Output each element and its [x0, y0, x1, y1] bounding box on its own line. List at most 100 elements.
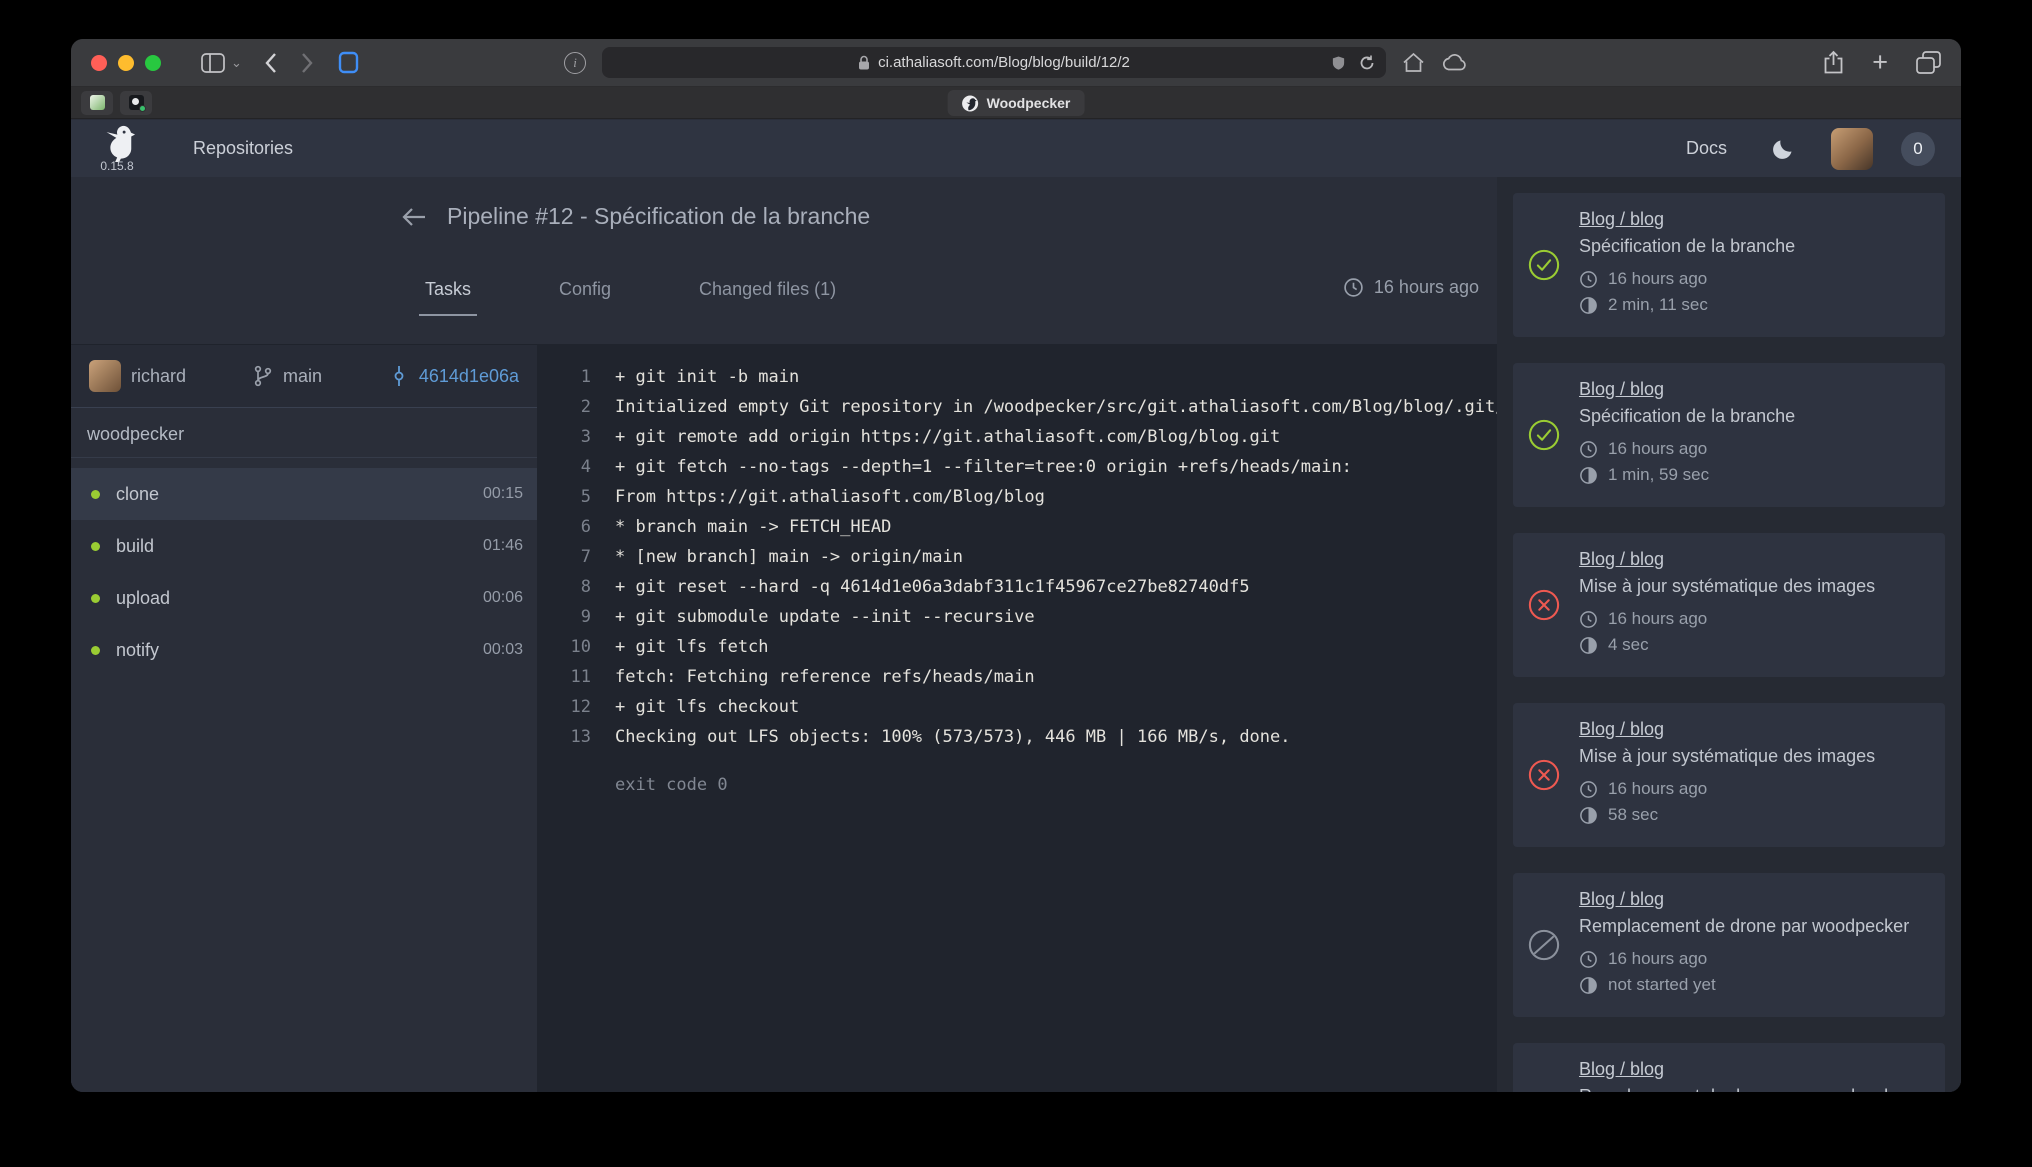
url-cluster: i ci.athaliasoft.com/Blog/blog/build/12/… — [564, 39, 1468, 86]
author-name: richard — [131, 366, 186, 387]
repo-link[interactable]: Blog / blog — [1579, 379, 1664, 400]
commit-hash-link[interactable]: 4614d1e06a — [419, 366, 519, 387]
failure-status-icon — [1528, 589, 1560, 621]
pipeline-tabs: Tasks Config Changed files (1) 16 hours … — [419, 275, 1479, 316]
log-line: Checking out LFS objects: 100% (573/573)… — [615, 722, 1291, 752]
pipeline-card[interactable]: Blog / blog Remplacement de drone par wo… — [1513, 873, 1945, 1017]
pipeline-title: Pipeline #12 - Spécification de la branc… — [447, 203, 870, 230]
log-line: From https://git.athaliasoft.com/Blog/bl… — [615, 482, 1045, 512]
icloud-tabs-icon[interactable] — [1441, 53, 1468, 72]
line-number: 13 — [551, 722, 591, 752]
content-blocker-icon[interactable] — [1331, 55, 1346, 71]
clock-icon — [1579, 780, 1598, 799]
duration-icon — [1579, 466, 1598, 485]
task-row-upload[interactable]: upload 00:06 — [71, 572, 537, 624]
commit-message: Mise à jour systématique des images — [1579, 576, 1929, 597]
url-bar[interactable]: ci.athaliasoft.com/Blog/blog/build/12/2 — [602, 47, 1386, 78]
traffic-lights — [91, 55, 161, 71]
pipeline-card[interactable]: Blog / blog Mise à jour systématique des… — [1513, 703, 1945, 847]
author-avatar — [89, 360, 121, 392]
commit-message: Remplacement de drone par woodpecker — [1579, 916, 1929, 937]
workflow-name: woodpecker — [71, 408, 537, 458]
toolbar-right: + — [1823, 49, 1941, 76]
tab-tasks[interactable]: Tasks — [419, 275, 477, 316]
user-avatar[interactable] — [1831, 128, 1873, 170]
pipeline-card[interactable]: Blog / blog Remplacement de drone par wo… — [1513, 1043, 1945, 1092]
version-label: 0.15.8 — [100, 159, 133, 173]
pipeline-card[interactable]: Blog / blog Spécification de la branche … — [1513, 363, 1945, 507]
line-number: 1 — [551, 362, 591, 392]
nav-repositories-link[interactable]: Repositories — [193, 138, 293, 159]
log-line: + git fetch --no-tags --depth=1 --filter… — [615, 452, 1352, 482]
fullscreen-window-button[interactable] — [145, 55, 161, 71]
repo-link[interactable]: Blog / blog — [1579, 889, 1664, 910]
duration: 4 sec — [1608, 635, 1649, 655]
clock-icon — [1579, 610, 1598, 629]
woodpecker-favicon-icon — [129, 95, 144, 110]
tab-overview-icon[interactable] — [1916, 51, 1941, 74]
back-icon[interactable] — [264, 52, 277, 74]
line-number: 11 — [551, 662, 591, 692]
app-navbar: 0.15.8 Repositories Docs 0 — [71, 120, 1961, 177]
log-line: * branch main -> FETCH_HEAD — [615, 512, 891, 542]
log-line: + git init -b main — [615, 362, 799, 392]
lock-icon — [858, 55, 870, 70]
clock-icon — [1579, 440, 1598, 459]
back-arrow-icon[interactable] — [401, 207, 427, 227]
pipeline-card[interactable]: Blog / blog Mise à jour systématique des… — [1513, 533, 1945, 677]
sidebar-toggle-icon[interactable] — [201, 53, 225, 73]
line-number: 3 — [551, 422, 591, 452]
pinned-favicon-icon — [90, 95, 105, 110]
active-tab[interactable]: Woodpecker — [948, 90, 1085, 116]
theme-toggle-button[interactable] — [1771, 137, 1795, 161]
task-row-notify[interactable]: notify 00:03 — [71, 624, 537, 676]
pinned-tab-1[interactable] — [81, 91, 113, 115]
clock-icon — [1579, 950, 1598, 969]
notifications-badge[interactable]: 0 — [1901, 132, 1935, 166]
log-line: + git remote add origin https://git.atha… — [615, 422, 1280, 452]
pipeline-header: Pipeline #12 - Spécification de la branc… — [71, 177, 1497, 344]
time-ago: 16 hours ago — [1608, 269, 1707, 289]
reload-icon[interactable] — [1358, 54, 1376, 72]
forward-icon[interactable] — [301, 52, 314, 74]
time-ago: 16 hours ago — [1608, 439, 1707, 459]
log-output: 1+ git init -b main 2Initialized empty G… — [537, 344, 1497, 1092]
home-icon[interactable] — [1402, 52, 1425, 73]
pipeline-time: 16 hours ago — [1343, 275, 1479, 298]
task-row-build[interactable]: build 01:46 — [71, 520, 537, 572]
git-branch-icon — [253, 365, 273, 387]
web-app-icon[interactable] — [338, 51, 359, 74]
success-dot-icon — [91, 490, 100, 499]
line-number: 8 — [551, 572, 591, 602]
line-number: 12 — [551, 692, 591, 722]
new-tab-icon[interactable]: + — [1872, 49, 1888, 76]
moon-icon — [1771, 137, 1795, 161]
chevron-down-icon[interactable]: ⌄ — [231, 55, 242, 71]
share-icon[interactable] — [1823, 50, 1844, 75]
duration-icon — [1579, 976, 1598, 995]
task-row-clone[interactable]: clone 00:15 — [71, 468, 537, 520]
duration-icon — [1579, 806, 1598, 825]
repo-link[interactable]: Blog / blog — [1579, 719, 1664, 740]
log-line: + git lfs checkout — [615, 692, 799, 722]
repo-link[interactable]: Blog / blog — [1579, 209, 1664, 230]
pipeline-card[interactable]: Blog / blog Spécification de la branche … — [1513, 193, 1945, 337]
commit-message: Remplacement de drone par woodpecker — [1579, 1086, 1929, 1092]
task-list: clone 00:15 build 01:46 upload — [71, 458, 537, 676]
page-settings-icon[interactable]: i — [564, 52, 586, 74]
nav-docs-link[interactable]: Docs — [1686, 138, 1727, 159]
close-window-button[interactable] — [91, 55, 107, 71]
line-number: 7 — [551, 542, 591, 572]
tab-changed-files[interactable]: Changed files (1) — [693, 275, 842, 314]
tab-config[interactable]: Config — [553, 275, 617, 314]
repo-link[interactable]: Blog / blog — [1579, 549, 1664, 570]
author-item: richard — [89, 360, 186, 392]
pinned-tab-2[interactable] — [120, 91, 152, 115]
repo-link[interactable]: Blog / blog — [1579, 1059, 1664, 1080]
minimize-window-button[interactable] — [118, 55, 134, 71]
not-started-status-icon — [1528, 929, 1560, 961]
woodpecker-app: 0.15.8 Repositories Docs 0 — [71, 120, 1961, 1092]
duration-icon — [1579, 296, 1598, 315]
woodpecker-logo[interactable]: 0.15.8 — [97, 124, 137, 173]
duration: 1 min, 59 sec — [1608, 465, 1709, 485]
